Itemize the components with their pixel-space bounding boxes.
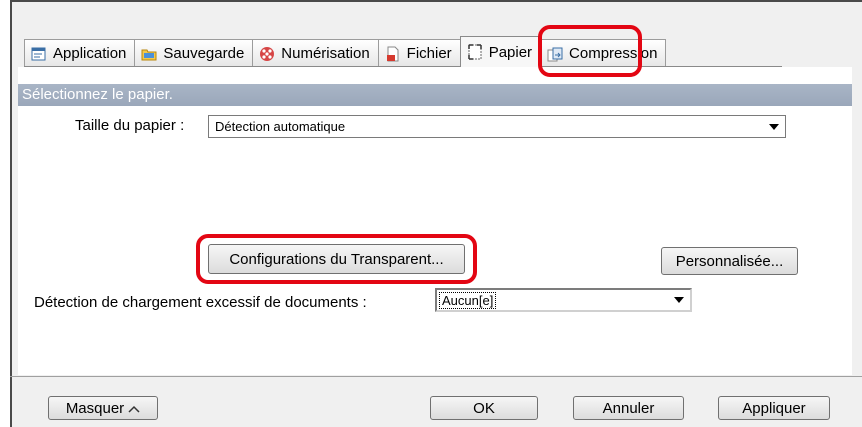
dropdown-arrow-icon	[674, 297, 684, 303]
folder-icon	[141, 46, 157, 62]
dropdown-arrow-icon	[769, 123, 779, 130]
tab-label: Sauvegarde	[163, 45, 245, 62]
paper-size-value: Détection automatique	[215, 119, 346, 134]
chevron-up-icon	[128, 400, 140, 417]
cancel-button[interactable]: Annuler	[573, 396, 684, 420]
tab-bar: Application Sauvegarde Numérisation Fich…	[24, 35, 667, 67]
application-icon	[31, 46, 47, 62]
tab-label: Fichier	[406, 45, 452, 62]
compression-icon	[547, 46, 563, 62]
custom-paper-button[interactable]: Personnalisée...	[661, 247, 798, 275]
overload-detection-value: Aucun[e]	[439, 291, 497, 309]
tab-label: Numérisation	[281, 45, 370, 62]
bottom-separator	[10, 376, 862, 377]
tab-label: Compression	[569, 45, 658, 62]
ok-button[interactable]: OK	[430, 396, 538, 420]
paper-size-select[interactable]: Détection automatique	[208, 115, 786, 138]
tab-label: Application	[53, 45, 127, 62]
settings-panel: Sélectionnez le papier.	[18, 67, 852, 375]
paper-icon	[467, 44, 483, 60]
apply-button[interactable]: Appliquer	[718, 396, 830, 420]
file-icon	[385, 46, 401, 62]
tab-label: Papier	[488, 43, 533, 61]
paper-size-label: Taille du papier :	[75, 117, 185, 134]
scan-icon	[259, 46, 275, 62]
hide-button-label: Masquer	[65, 399, 125, 417]
hide-button[interactable]: Masquer	[48, 396, 158, 420]
overload-detection-label: Détection de chargement excessif de docu…	[34, 294, 367, 311]
tab-application[interactable]: Application	[24, 39, 136, 67]
tab-fichier[interactable]: Fichier	[377, 39, 461, 67]
transparent-config-button[interactable]: Configurations du Transparent...	[208, 244, 465, 274]
tab-numerisation[interactable]: Numérisation	[252, 39, 379, 67]
tab-compression[interactable]: Compression	[540, 39, 667, 67]
tab-sauvegarde[interactable]: Sauvegarde	[134, 39, 254, 67]
section-header: Sélectionnez le papier.	[18, 84, 852, 106]
tab-papier[interactable]: Papier	[459, 36, 542, 67]
overload-detection-select[interactable]: Aucun[e]	[435, 288, 692, 312]
